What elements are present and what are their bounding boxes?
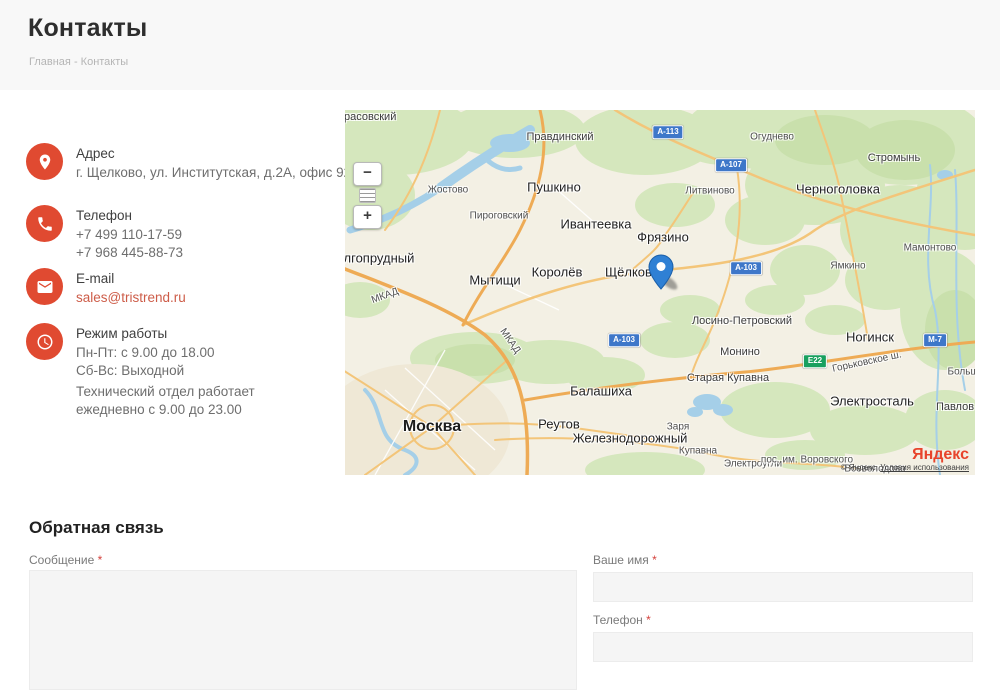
map-place-label: Королёв — [532, 265, 583, 280]
road-badge: А-107 — [715, 158, 747, 172]
message-label: Сообщение * — [29, 553, 102, 567]
yandex-logo[interactable]: Яндекс — [841, 447, 969, 463]
map-place-label: Огуднево — [750, 132, 794, 143]
location-pin-icon — [26, 143, 63, 180]
map-place-label: Старая Купавна — [687, 372, 769, 384]
map-place-label: Заря — [667, 422, 689, 433]
page-header: Контакты Главная - Контакты — [0, 0, 1000, 90]
map-place-label: Больш — [948, 367, 975, 378]
name-label: Ваше имя * — [593, 553, 657, 567]
road-badge: А-103 — [608, 333, 640, 347]
schedule-label: Режим работы — [76, 325, 215, 343]
map-place-label: Железнодорожный — [573, 431, 688, 446]
copyright-text: © Яндекс, — [841, 463, 878, 472]
road-badge: Е22 — [803, 354, 827, 368]
phone-input[interactable] — [593, 632, 973, 662]
breadcrumb-separator: - — [74, 56, 78, 68]
schedule-line: Сб-Вс: Выходной — [76, 362, 215, 380]
map-place-label: Купавна — [679, 446, 717, 457]
yandex-map[interactable]: Красовский Правдинский Пушкино Жостово Пирог… — [345, 110, 975, 475]
map-place-label: Литвиново — [685, 186, 734, 197]
terms-link[interactable]: Условия использования — [880, 463, 969, 472]
map-place-label: Москва — [403, 418, 461, 436]
map-zoom-control: − + — [353, 162, 381, 229]
map-place-label: Ногинск — [846, 330, 894, 345]
tech-department-note: Технический отдел работает ежедневно с 9… — [76, 383, 255, 419]
contact-email: E-mail sales@tristrend.ru — [26, 268, 186, 307]
map-place-label: Жостово — [428, 185, 468, 196]
breadcrumb-home-link[interactable]: Главная — [29, 56, 71, 68]
phone-number: +7 968 445-88-73 — [76, 244, 183, 262]
message-input[interactable] — [29, 570, 577, 690]
map-place-label: Лосино-Петровский — [692, 315, 792, 327]
zoom-out-button[interactable]: − — [353, 162, 382, 186]
contact-address: Адрес г. Щелково, ул. Институтская, д.2А… — [26, 143, 351, 182]
phone-number: +7 499 110-17-59 — [76, 226, 183, 244]
road-badge: М-7 — [923, 333, 947, 347]
map-place-label: Монино — [720, 346, 760, 358]
breadcrumb: Главная - Контакты — [29, 56, 128, 68]
phone-label: Телефон — [76, 207, 183, 225]
envelope-icon — [26, 268, 63, 305]
map-place-label: Павлов — [936, 401, 974, 413]
map-place-label: Мытищи — [469, 273, 520, 288]
clock-icon — [26, 323, 63, 360]
map-pin-icon[interactable] — [648, 254, 674, 290]
breadcrumb-current: Контакты — [81, 56, 129, 68]
page-title: Контакты — [28, 14, 147, 43]
map-place-label: Мамонтово — [904, 243, 957, 254]
zoom-in-button[interactable]: + — [353, 205, 382, 229]
phone-field-label: Телефон * — [593, 613, 651, 627]
name-input[interactable] — [593, 572, 973, 602]
address-value: г. Щелково, ул. Институтская, д.2А, офис… — [76, 164, 351, 182]
map-place-label: Долгопрудный — [345, 251, 414, 266]
map-place-label: Ивантеевка — [561, 217, 632, 232]
map-place-label: Балашиха — [570, 384, 632, 399]
schedule-line: Пн-Пт: с 9.00 до 18.00 — [76, 344, 215, 362]
map-place-label: Электросталь — [830, 394, 914, 409]
contact-schedule: Режим работы Пн-Пт: с 9.00 до 18.00 Сб-В… — [26, 323, 215, 379]
address-label: Адрес — [76, 145, 351, 163]
zoom-ruler[interactable] — [359, 188, 376, 203]
map-place-label: Пушкино — [527, 180, 581, 195]
road-badge: А-113 — [652, 125, 683, 139]
map-place-label: Ямкино — [830, 261, 865, 272]
map-place-label: Черноголовка — [796, 182, 880, 197]
map-place-label: Пироговский — [470, 211, 529, 222]
map-place-label: Красовский — [345, 111, 396, 123]
map-place-label: пос. им. Воровского — [761, 455, 853, 466]
email-link[interactable]: sales@tristrend.ru — [76, 290, 186, 305]
map-place-label: Правдинский — [526, 131, 593, 143]
feedback-title: Обратная связь — [29, 518, 164, 538]
phone-icon — [26, 205, 63, 242]
contact-phone: Телефон +7 499 110-17-59 +7 968 445-88-7… — [26, 205, 183, 261]
map-place-label: Реутов — [538, 417, 580, 432]
email-label: E-mail — [76, 270, 186, 288]
map-attribution: Яндекс © Яндекс, Условия использования — [841, 447, 969, 472]
road-badge: А-103 — [730, 261, 762, 275]
map-place-label: Стромынь — [868, 152, 921, 164]
map-place-label: Фрязино — [637, 230, 689, 245]
